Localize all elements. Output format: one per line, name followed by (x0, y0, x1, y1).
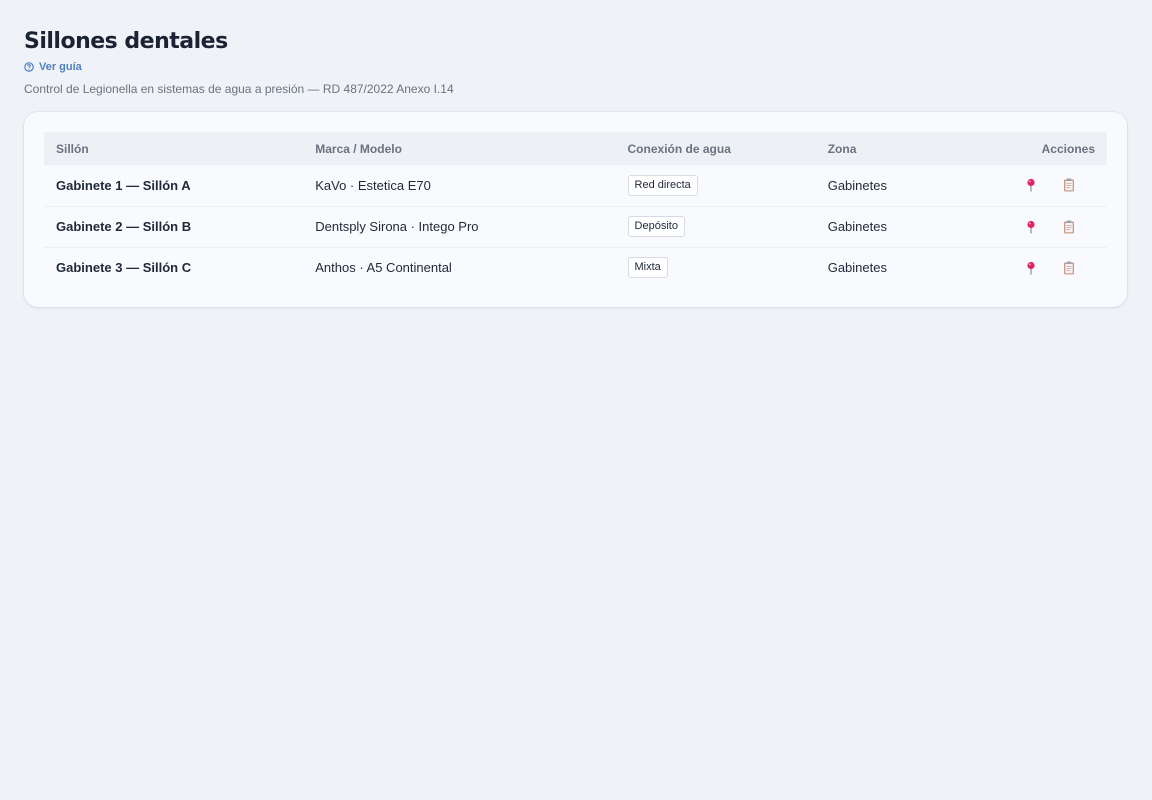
chair-model: Anthos · A5 Continental (315, 260, 452, 276)
clipboard-icon[interactable] (1061, 177, 1077, 193)
help-circle-icon (24, 62, 34, 72)
chair-model: KaVo · Estetica E70 (303, 165, 616, 207)
chair-name: Gabinete 2 — Sillón B (44, 206, 304, 248)
view-guide-link[interactable]: Ver guía (24, 61, 82, 73)
chairs-table: Sillón Marca / Modelo Conexión de agua Z… (44, 132, 1107, 288)
chair-model: Dentsply Sirona · Intego Pro (303, 206, 616, 248)
chair-name: Gabinete 1 — Sillón A (44, 165, 304, 207)
water-connection-badge: Mixta (627, 257, 668, 279)
clipboard-icon[interactable] (1061, 260, 1077, 276)
clipboard-icon[interactable] (1061, 219, 1077, 235)
water-connection-badge: Red directa (627, 174, 698, 196)
pushpin-icon[interactable] (1023, 219, 1039, 235)
column-header-water: Conexión de agua (627, 141, 731, 156)
pushpin-icon[interactable] (1023, 177, 1039, 193)
water-connection-cell: Mixta (616, 247, 816, 288)
actions-cell (955, 165, 1107, 207)
table-header-row: Sillón Marca / Modelo Conexión de agua Z… (44, 132, 1107, 165)
pushpin-icon[interactable] (1023, 260, 1039, 276)
column-header-zone: Zona (827, 141, 857, 156)
actions-cell (956, 247, 1107, 288)
page-subtitle: Control de Legionella en sistemas de agu… (24, 82, 454, 96)
chair-zone: Gabinetes (815, 165, 956, 207)
page-title: Sillones dentales (24, 29, 228, 54)
table-row: Gabinete 3 — Sillón C Anthos · A5 Contin… (44, 247, 1107, 288)
page: Sillones dentales Ver guía Control de Le… (24, 28, 1127, 307)
water-connection-cell: Red directa (615, 165, 816, 207)
chair-zone: Gabinetes (815, 206, 956, 248)
view-guide-label: Ver guía (39, 61, 82, 73)
water-connection-badge: Depósito (627, 216, 685, 237)
chair-zone: Gabinetes (827, 260, 887, 276)
table-row: Gabinete 2 — Sillón B Dentsply Sirona · … (44, 206, 1107, 248)
column-header-chair: Sillón (56, 141, 89, 156)
column-header-model: Marca / Modelo (315, 141, 402, 156)
actions-cell (955, 206, 1107, 248)
chairs-card: Sillón Marca / Modelo Conexión de agua Z… (24, 112, 1127, 307)
water-connection-cell: Depósito (615, 206, 816, 248)
table-row: Gabinete 1 — Sillón A KaVo · Estetica E7… (44, 165, 1107, 207)
chair-name: Gabinete 3 — Sillón C (56, 260, 192, 276)
column-header-actions: Acciones (1041, 141, 1095, 156)
